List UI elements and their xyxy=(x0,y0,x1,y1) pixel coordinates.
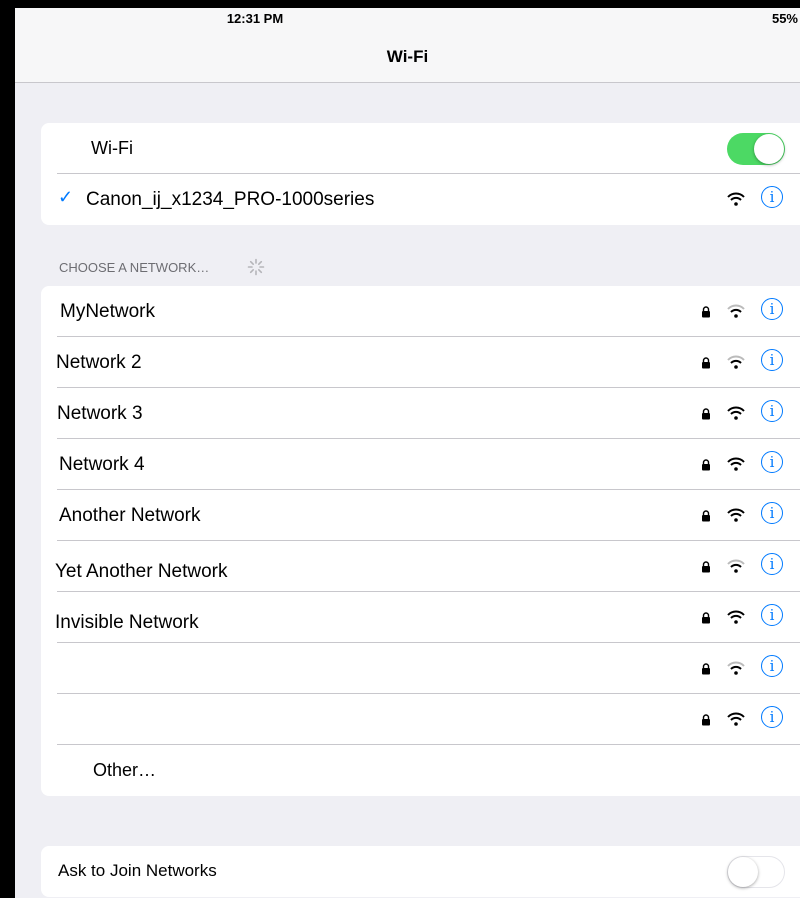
ask-to-join-group: Ask to Join Networks xyxy=(41,846,800,897)
wifi-signal-icon xyxy=(727,457,745,476)
ask-to-join-label: Ask to Join Networks xyxy=(58,861,217,880)
info-icon[interactable]: i xyxy=(761,655,783,677)
wifi-signal-icon xyxy=(727,508,745,527)
network-name: Network 3 xyxy=(57,403,143,424)
network-row[interactable]: Network 4 i xyxy=(41,439,800,490)
network-row[interactable]: Network 3 i xyxy=(41,388,800,439)
choose-network-header: CHOOSE A NETWORK… xyxy=(59,260,210,275)
wifi-settings-screen: 12:31 PM 55% Wi-Fi Wi-Fi ✓ Canon_ij_x123… xyxy=(15,8,800,898)
other-network-label: Other… xyxy=(93,760,157,780)
info-icon[interactable]: i xyxy=(761,451,783,473)
network-row[interactable]: Invisible Network i xyxy=(41,592,800,643)
wifi-group: Wi-Fi ✓ Canon_ij_x1234_PRO-1000series i xyxy=(41,123,800,225)
lock-icon xyxy=(701,509,711,522)
status-bar: 12:31 PM 55% xyxy=(15,8,800,30)
info-icon[interactable]: i xyxy=(761,604,783,626)
info-icon[interactable]: i xyxy=(761,298,783,320)
wifi-signal-icon xyxy=(727,661,745,680)
info-icon[interactable]: i xyxy=(761,706,783,728)
connected-network-row[interactable]: ✓ Canon_ij_x1234_PRO-1000series i xyxy=(41,174,800,225)
connected-network-name: Canon_ij_x1234_PRO-1000series xyxy=(86,189,375,210)
network-name: Invisible Network xyxy=(55,612,199,633)
info-icon[interactable]: i xyxy=(761,186,783,208)
wifi-signal-icon xyxy=(727,610,745,629)
lock-icon xyxy=(701,713,711,726)
network-name: MyNetwork xyxy=(60,301,156,322)
network-row[interactable]: Network 2 i xyxy=(41,337,800,388)
page-title: Wi-Fi xyxy=(386,47,429,66)
network-name: Yet Another Network xyxy=(55,561,228,582)
other-network-row[interactable]: Other… xyxy=(41,745,800,796)
status-time: 12:31 PM xyxy=(226,11,284,26)
network-row[interactable]: Another Network i xyxy=(41,490,800,541)
info-icon[interactable]: i xyxy=(761,502,783,524)
network-name: Network 4 xyxy=(59,454,145,475)
wifi-signal-icon xyxy=(727,192,745,211)
wifi-signal-icon xyxy=(727,355,745,374)
wifi-signal-icon xyxy=(727,304,745,323)
ask-to-join-switch[interactable] xyxy=(727,856,785,888)
wifi-toggle-label: Wi-Fi xyxy=(91,138,133,158)
ask-to-join-row: Ask to Join Networks xyxy=(41,846,800,897)
network-name: Network 2 xyxy=(56,352,142,373)
wifi-signal-icon xyxy=(727,559,745,578)
lock-icon xyxy=(701,356,711,369)
network-row[interactable]: MyNetwork i xyxy=(41,286,800,337)
network-name: Another Network xyxy=(59,505,201,526)
wifi-toggle-row: Wi-Fi xyxy=(41,123,800,174)
wifi-signal-icon xyxy=(727,712,745,731)
lock-icon xyxy=(701,662,711,675)
info-icon[interactable]: i xyxy=(761,553,783,575)
checkmark-icon: ✓ xyxy=(58,187,74,207)
lock-icon xyxy=(701,407,711,420)
wifi-toggle-switch[interactable] xyxy=(727,133,785,165)
wifi-signal-icon xyxy=(727,406,745,425)
info-icon[interactable]: i xyxy=(761,400,783,422)
network-row[interactable]: Yet Another Network i xyxy=(41,541,800,592)
lock-icon xyxy=(701,458,711,471)
battery-percentage: 55% xyxy=(771,11,798,26)
navigation-bar: Wi-Fi xyxy=(15,30,800,83)
lock-icon xyxy=(701,611,711,624)
lock-icon xyxy=(701,560,711,573)
network-list: MyNetwork i Network 2 i Network 3 i Netw… xyxy=(41,286,800,796)
network-row[interactable]: i xyxy=(41,694,800,745)
lock-icon xyxy=(701,305,711,318)
info-icon[interactable]: i xyxy=(761,349,783,371)
activity-spinner-icon xyxy=(247,258,265,281)
network-row[interactable]: i xyxy=(41,643,800,694)
